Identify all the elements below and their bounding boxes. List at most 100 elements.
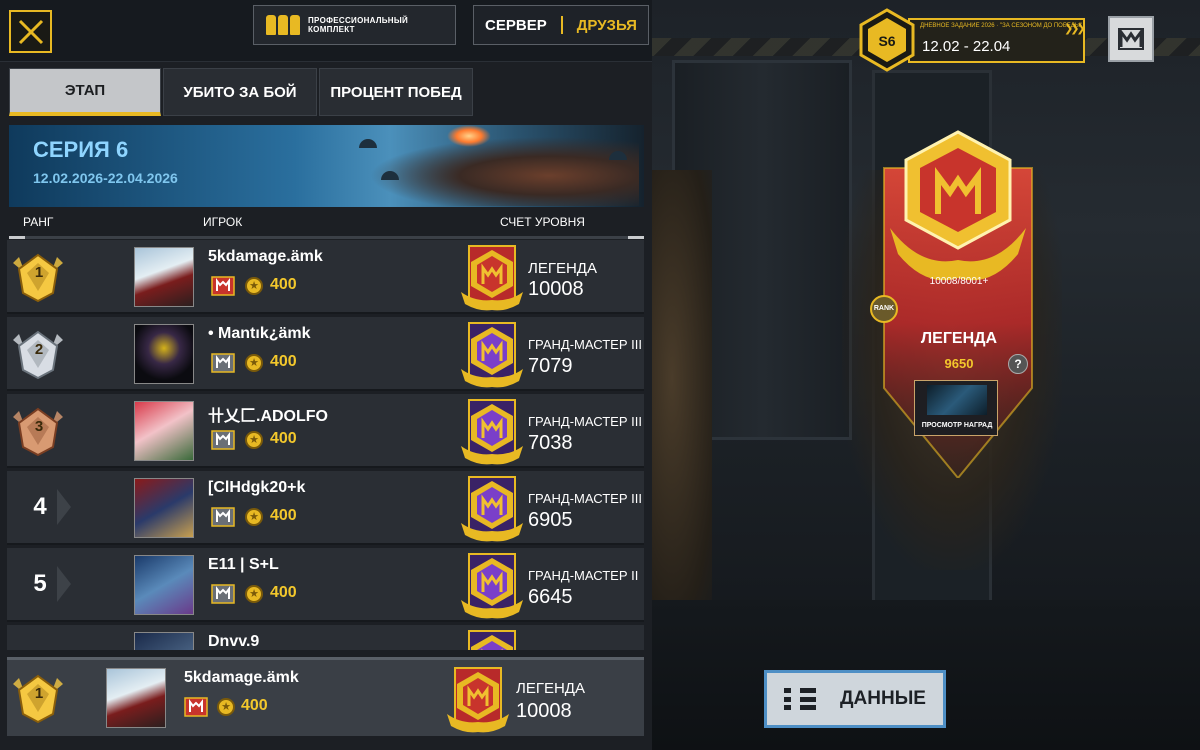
player-name: Dnvv.9 bbox=[208, 633, 260, 650]
header-player: ИГРОК bbox=[203, 215, 243, 229]
tab-stage[interactable]: ЭТАП bbox=[9, 68, 161, 116]
level-score: 7079 bbox=[528, 355, 573, 377]
avatar[interactable] bbox=[134, 478, 194, 538]
mini-rank-icon bbox=[210, 275, 236, 297]
pro-kit-button[interactable]: ПРОФЕССИОНАЛЬНЫЙ КОМПЛЕКТ bbox=[253, 5, 456, 45]
rank-number: 4 bbox=[33, 493, 47, 520]
table-row[interactable]: 3 卄乂匚.ADOLFO ★ 400 ГРАНД-МАСТЕР III 7038 bbox=[7, 394, 644, 468]
rank-tier: ЛЕГЕНДА bbox=[516, 680, 585, 697]
stat-tabs: ЭТАП УБИТО ЗА БОЙ ПРОЦЕНТ ПОБЕД bbox=[9, 68, 473, 118]
avatar[interactable] bbox=[106, 668, 166, 728]
rank-tier: ГРАНД-МАСТЕР III bbox=[528, 414, 642, 429]
table-row[interactable]: 5 E11 | S+L ★ 400 ГРАНД-МАСТЕР II 6645 bbox=[7, 548, 644, 622]
rank-number: 3 bbox=[34, 418, 44, 435]
mini-rank-icon bbox=[210, 506, 236, 528]
header-rank: РАНГ bbox=[23, 215, 54, 229]
mini-rank-icon bbox=[210, 429, 236, 451]
pro-kit-label: ПРОФЕССИОНАЛЬНЫЙ КОМПЛЕКТ bbox=[308, 16, 409, 34]
rank-icon[interactable]: RANK bbox=[870, 295, 898, 323]
avatar[interactable] bbox=[134, 324, 194, 384]
avatar[interactable] bbox=[134, 632, 194, 650]
level-score: 7038 bbox=[528, 432, 573, 454]
avatar[interactable] bbox=[134, 555, 194, 615]
player-name: • Mantık¿ämk bbox=[208, 325, 311, 342]
data-button-label: ДАННЫЕ bbox=[840, 688, 926, 709]
view-rewards-button[interactable]: ПРОСМОТР НАГРАД bbox=[914, 380, 998, 436]
rank-tier: ГРАНД-МАСТЕР III bbox=[528, 491, 642, 506]
table-row[interactable]: 1 5kdamage.ämk ★ 400 ЛЕГЕНДА 10008 bbox=[7, 240, 644, 314]
season-hex-badge[interactable]: S6 bbox=[858, 8, 916, 72]
menu-button[interactable] bbox=[1108, 16, 1154, 62]
ammo-kit-icon bbox=[266, 15, 300, 35]
player-points: 400 bbox=[241, 697, 268, 714]
tab-friends[interactable]: ДРУЗЬЯ bbox=[577, 17, 637, 34]
rewards-thumbnail bbox=[927, 385, 987, 415]
leaderboard-panel: ПРОФЕССИОНАЛЬНЫЙ КОМПЛЕКТ СЕРВЕР ДРУЗЬЯ … bbox=[0, 0, 652, 750]
table-row[interactable]: 4 [ClHdgk20+k ★ 400 ГРАНД-МАСТЕР III 6905 bbox=[7, 471, 644, 545]
leaderboard-list[interactable]: 1 5kdamage.ämk ★ 400 ЛЕГЕНДА 10008 2 • Mantık¿ä… bbox=[7, 240, 644, 650]
avatar[interactable] bbox=[134, 247, 194, 307]
rank-number: 2 bbox=[34, 341, 44, 358]
player-points: 400 bbox=[270, 276, 297, 293]
self-row[interactable]: 1 5kdamage.ämk ★ 400 ЛЕГЕНДА 10008 bbox=[7, 657, 644, 736]
menu-icon bbox=[1118, 28, 1144, 50]
close-button[interactable] bbox=[9, 10, 52, 53]
event-dates: 12.02 - 22.04 bbox=[922, 38, 1011, 55]
chevron-right-icon: ❯❯❯ bbox=[1064, 23, 1086, 35]
rank-points: 9650 bbox=[944, 356, 974, 371]
mini-rank-icon bbox=[210, 352, 236, 374]
tab-server[interactable]: СЕРВЕР bbox=[485, 17, 547, 34]
rank-badge-icon bbox=[455, 627, 529, 650]
level-score: 6905 bbox=[528, 509, 573, 531]
help-icon[interactable]: ? bbox=[1008, 354, 1028, 374]
star-coin-icon: ★ bbox=[245, 277, 263, 295]
rank-number: 1 bbox=[34, 685, 44, 702]
star-coin-icon: ★ bbox=[245, 431, 263, 449]
rank-badge-icon bbox=[455, 242, 529, 314]
table-row[interactable]: 2 • Mantık¿ämk ★ 400 ГРАНД-МАСТЕР III 7079 bbox=[7, 317, 644, 391]
player-points: 400 bbox=[270, 430, 297, 447]
star-coin-icon: ★ bbox=[245, 585, 263, 603]
event-label: ДНЕВНОЕ ЗАДАНИЕ 2026 · "ЗА СЕЗОНОМ ДО ПО… bbox=[920, 23, 1083, 29]
rank-badge-icon bbox=[455, 319, 529, 391]
player-name: 5kdamage.ämk bbox=[184, 669, 299, 686]
data-button[interactable]: ДАННЫЕ bbox=[764, 670, 946, 728]
list-icon bbox=[784, 688, 816, 710]
avatar[interactable] bbox=[134, 401, 194, 461]
level-score: 10008 bbox=[528, 278, 584, 300]
chevron-right-icon bbox=[57, 566, 71, 602]
star-coin-icon: ★ bbox=[217, 698, 235, 716]
mini-rank-icon bbox=[183, 696, 209, 718]
rank-number: 5 bbox=[33, 570, 47, 597]
rank-name: ЛЕГЕНДА bbox=[920, 330, 998, 347]
rank-tier: ЛЕГЕНДА bbox=[528, 260, 597, 277]
rank-number: 1 bbox=[34, 264, 44, 281]
rank-tier: ГРАНД-МАСТЕР III bbox=[528, 337, 642, 352]
star-coin-icon: ★ bbox=[245, 508, 263, 526]
player-name: 5kdamage.ämk bbox=[208, 248, 323, 265]
player-name: [ClHdgk20+k bbox=[208, 479, 306, 496]
tab-kills-per-match[interactable]: УБИТО ЗА БОЙ bbox=[163, 68, 317, 116]
rank-progress: 10008/8001+ bbox=[929, 276, 989, 287]
player-points: 400 bbox=[270, 507, 297, 524]
table-row[interactable]: Dnvv.9 bbox=[7, 625, 644, 650]
tab-win-rate[interactable]: ПРОЦЕНТ ПОБЕД bbox=[319, 68, 473, 116]
star-coin-icon: ★ bbox=[245, 354, 263, 372]
season-dates: 12.02.2026-22.04.2026 bbox=[33, 170, 178, 186]
mini-rank-icon bbox=[210, 583, 236, 605]
level-score: 6645 bbox=[528, 586, 573, 608]
game-screen: { "top": { "pro_kit_label": "ПРОФЕССИОНА… bbox=[0, 0, 1200, 750]
rewards-label: ПРОСМОТР НАГРАД bbox=[921, 422, 993, 429]
player-points: 400 bbox=[270, 353, 297, 370]
top-bar: ПРОФЕССИОНАЛЬНЫЙ КОМПЛЕКТ СЕРВЕР ДРУЗЬЯ bbox=[0, 0, 652, 62]
scope-tabs: СЕРВЕР ДРУЗЬЯ bbox=[473, 5, 649, 45]
close-icon bbox=[18, 19, 43, 44]
header-score: СЧЕТ УРОВНЯ bbox=[500, 215, 585, 229]
season-banner: СЕРИЯ 6 12.02.2026-22.04.2026 bbox=[9, 125, 644, 207]
rank-badge-icon bbox=[455, 396, 529, 468]
season-title: СЕРИЯ 6 bbox=[33, 137, 129, 162]
rank-badge-icon bbox=[455, 473, 529, 545]
season-badge-text: S6 bbox=[878, 33, 895, 49]
rank-badge-icon bbox=[441, 664, 515, 736]
player-name: E11 | S+L bbox=[208, 556, 279, 573]
